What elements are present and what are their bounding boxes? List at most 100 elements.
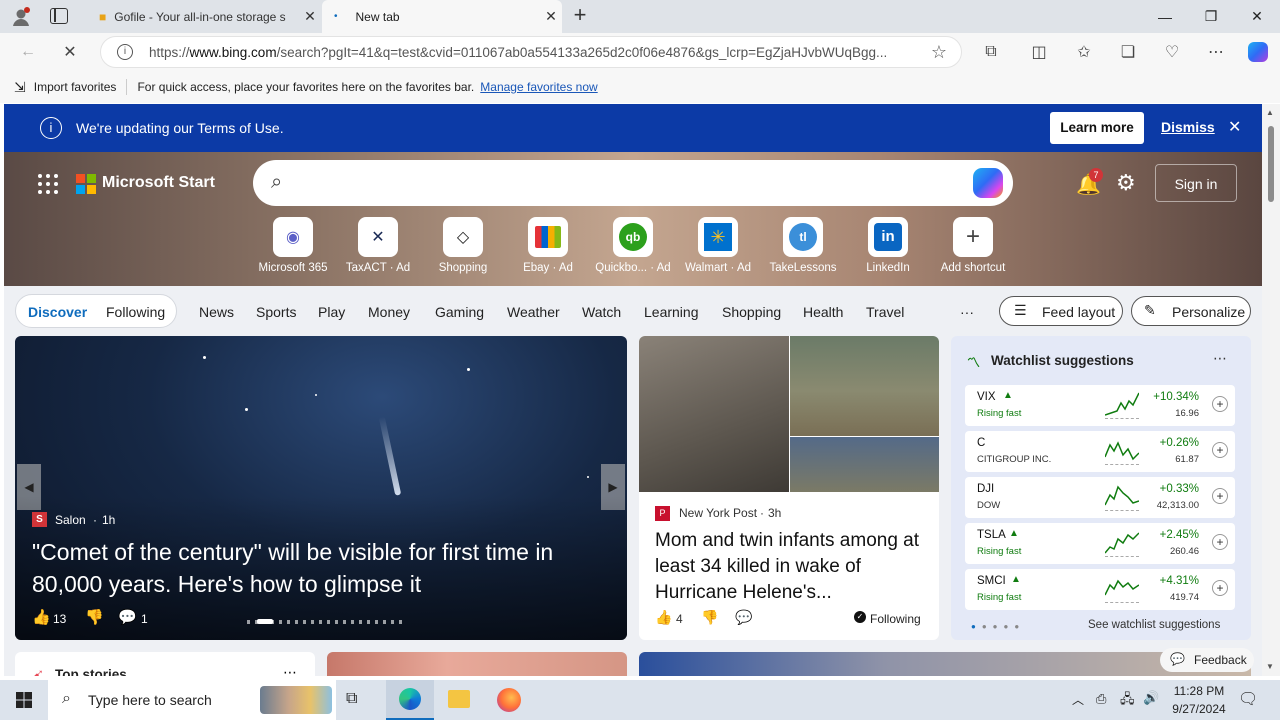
- shortcut-linkedin[interactable]: in LinkedIn: [848, 217, 928, 274]
- personalize-button[interactable]: ✎ Personalize: [1131, 296, 1251, 326]
- profile-icon[interactable]: [10, 6, 32, 28]
- import-favorites-icon[interactable]: ⇲: [14, 79, 26, 96]
- tab-new-tab[interactable]: • New tab ✕: [322, 0, 562, 33]
- minimize-button[interactable]: —: [1142, 0, 1188, 33]
- file-explorer-icon[interactable]: [448, 690, 470, 708]
- story-headline[interactable]: "Comet of the century" will be visible f…: [32, 536, 622, 600]
- favorite-star-icon[interactable]: ☆: [931, 42, 947, 63]
- nav-gaming[interactable]: Gaming: [435, 304, 484, 320]
- copilot-search-icon[interactable]: [973, 168, 1003, 198]
- nav-weather[interactable]: Weather: [507, 304, 560, 320]
- settings-gear-icon[interactable]: ⚙: [1116, 170, 1136, 196]
- manage-favorites-link[interactable]: Manage favorites now: [480, 80, 597, 94]
- clock-time[interactable]: 11:28 PM: [1170, 684, 1228, 698]
- comment-icon[interactable]: 💬: [118, 608, 137, 626]
- microsoft-logo[interactable]: [76, 174, 96, 194]
- favorites-icon[interactable]: ✩: [1070, 39, 1098, 65]
- meet-now-icon[interactable]: ⎙: [1096, 691, 1106, 707]
- learn-more-button[interactable]: Learn more: [1050, 112, 1144, 144]
- reload-stop-icon[interactable]: ✕: [56, 39, 84, 65]
- collections-icon[interactable]: ❏: [1114, 39, 1142, 65]
- feedback-button[interactable]: 💬 Feedback: [1160, 648, 1254, 672]
- extensions-icon[interactable]: ⧉: [977, 39, 1005, 65]
- add-stock-icon[interactable]: +: [1212, 534, 1228, 550]
- address-bar[interactable]: i https://www.bing.com/search?pgIt=41&q=…: [100, 36, 962, 68]
- maximize-button[interactable]: ❐: [1188, 0, 1234, 33]
- page-scrollbar[interactable]: ▲ ▼: [1262, 104, 1280, 676]
- following-label[interactable]: Following: [870, 612, 921, 626]
- close-banner-icon[interactable]: ✕: [1228, 117, 1241, 137]
- new-tab-button[interactable]: +: [568, 4, 592, 28]
- comment-icon[interactable]: 💬: [735, 609, 752, 626]
- hero-story-card[interactable]: ◀ ▶ S Salon · 1h "Comet of the century" …: [15, 336, 627, 640]
- firefox-icon[interactable]: [497, 688, 521, 712]
- story-image-card[interactable]: [639, 652, 1251, 676]
- shortcut-ebay[interactable]: Ebay · Ad: [508, 217, 588, 274]
- watchlist-row[interactable]: DJI DOW +0.33% 42,313.00 +: [965, 477, 1235, 518]
- shortcut-takelessons[interactable]: tl TakeLessons: [763, 217, 843, 274]
- watchlist-pager[interactable]: ●●●●●: [971, 622, 1025, 631]
- dislike-icon[interactable]: 👎: [701, 609, 718, 626]
- feed-layout-button[interactable]: ☰ Feed layout: [999, 296, 1123, 326]
- news-story-card[interactable]: P New York Post · 3h Mom and twin infant…: [639, 336, 939, 640]
- add-stock-icon[interactable]: +: [1212, 488, 1228, 504]
- watchlist-row[interactable]: C CITIGROUP INC. +0.26% 61.87 +: [965, 431, 1235, 472]
- like-icon[interactable]: 👍: [655, 609, 672, 626]
- watchlist-row[interactable]: VIX ▲ Rising fast +10.34% 16.96 +: [965, 385, 1235, 426]
- see-watchlist-link[interactable]: See watchlist suggestions: [1088, 619, 1220, 631]
- nav-play[interactable]: Play: [318, 304, 345, 320]
- shortcut-quickbooks[interactable]: qb Quickbo... · Ad: [593, 217, 673, 274]
- watchlist-row[interactable]: SMCI ▲ Rising fast +4.31% 419.74 +: [965, 569, 1235, 610]
- more-nav-button[interactable]: ···: [960, 304, 974, 320]
- nav-money[interactable]: Money: [368, 304, 410, 320]
- nav-sports[interactable]: Sports: [256, 304, 296, 320]
- sign-in-button[interactable]: Sign in: [1155, 164, 1237, 202]
- shortcut-walmart[interactable]: ✳ Walmart · Ad: [678, 217, 758, 274]
- network-icon[interactable]: 🖧: [1120, 690, 1135, 712]
- scroll-up-icon[interactable]: ▲: [1266, 108, 1274, 117]
- site-info-icon[interactable]: i: [117, 44, 133, 60]
- search-input[interactable]: ⌕: [253, 160, 1013, 206]
- nav-news[interactable]: News: [199, 304, 234, 320]
- tray-overflow-icon[interactable]: ︿: [1072, 691, 1084, 708]
- volume-icon[interactable]: 🔊: [1143, 690, 1159, 706]
- tab-gofile[interactable]: ■ Gofile - Your all-in-one storage s ✕: [87, 0, 321, 33]
- top-stories-more-icon[interactable]: ⋯: [283, 664, 297, 676]
- copilot-icon[interactable]: [1244, 39, 1272, 65]
- back-arrow-icon[interactable]: ←: [14, 39, 42, 65]
- carousel-indicators[interactable]: [247, 619, 407, 624]
- shortcut-add[interactable]: + Add shortcut: [933, 217, 1013, 274]
- brand-name[interactable]: Microsoft Start: [102, 174, 215, 192]
- more-menu-icon[interactable]: ⋯: [1202, 39, 1230, 65]
- nav-health[interactable]: Health: [803, 304, 843, 320]
- add-stock-icon[interactable]: +: [1212, 580, 1228, 596]
- nav-watch[interactable]: Watch: [582, 304, 621, 320]
- shortcut-microsoft-365[interactable]: ◉ Microsoft 365: [253, 217, 333, 274]
- app-launcher-icon[interactable]: [38, 174, 58, 194]
- story-headline[interactable]: Mom and twin infants among at least 34 k…: [655, 528, 929, 606]
- tab-following[interactable]: Following: [106, 304, 165, 320]
- close-tab-icon[interactable]: ✕: [299, 8, 321, 25]
- watchlist-more-icon[interactable]: ⋯: [1213, 350, 1227, 367]
- nav-learning[interactable]: Learning: [644, 304, 699, 320]
- story-image-card[interactable]: [327, 652, 627, 676]
- clock-date[interactable]: 9/27/2024: [1166, 702, 1232, 716]
- nav-travel[interactable]: Travel: [866, 304, 904, 320]
- nav-shopping[interactable]: Shopping: [722, 304, 781, 320]
- browser-essentials-icon[interactable]: ♡: [1158, 39, 1186, 65]
- dislike-icon[interactable]: 👎: [85, 608, 104, 626]
- edge-taskbar-icon[interactable]: [386, 680, 434, 720]
- like-icon[interactable]: 👍: [32, 608, 51, 626]
- notification-center-icon[interactable]: 🗨: [1238, 689, 1258, 709]
- shortcut-taxact[interactable]: ✕ TaxACT · Ad: [338, 217, 418, 274]
- split-screen-icon[interactable]: ◫: [1025, 39, 1053, 65]
- taskbar-search-box[interactable]: ⌕ Type here to search: [48, 680, 336, 720]
- add-stock-icon[interactable]: +: [1212, 442, 1228, 458]
- scroll-down-icon[interactable]: ▼: [1266, 662, 1274, 671]
- scroll-thumb[interactable]: [1268, 126, 1274, 202]
- dismiss-link[interactable]: Dismiss: [1161, 119, 1215, 135]
- close-tab-icon[interactable]: ✕: [540, 8, 562, 25]
- watchlist-row[interactable]: TSLA ▲ Rising fast +2.45% 260.46 +: [965, 523, 1235, 564]
- start-button[interactable]: [0, 680, 48, 720]
- task-view-icon[interactable]: ⧉: [346, 690, 357, 708]
